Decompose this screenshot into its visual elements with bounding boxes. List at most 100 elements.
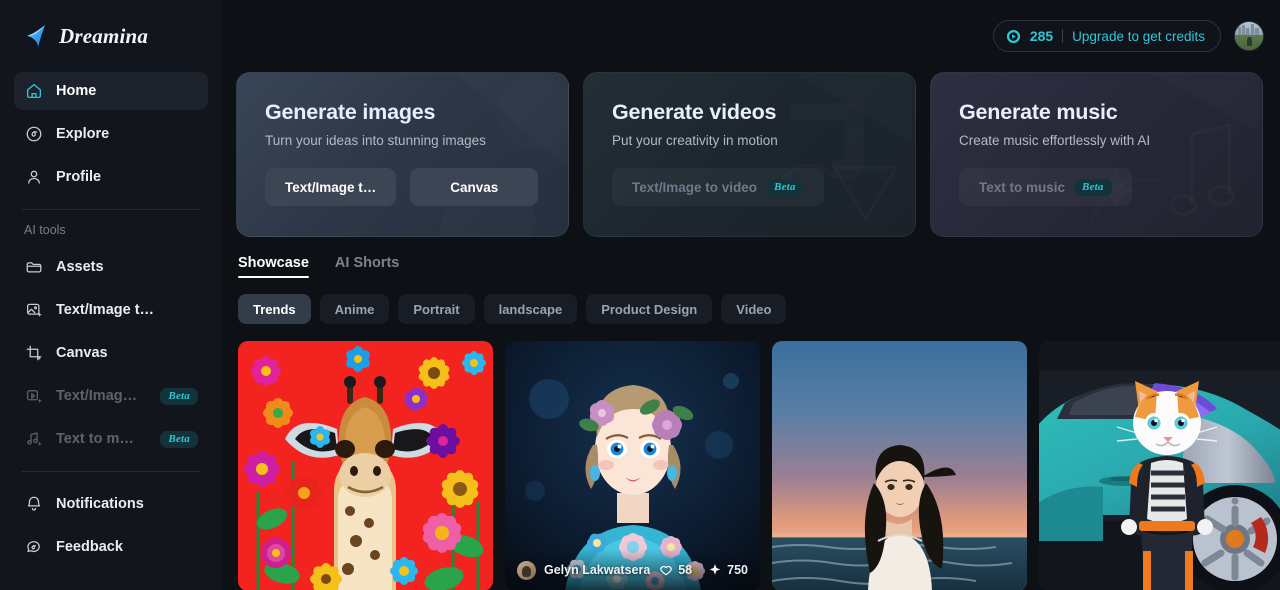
image-sparkle-icon xyxy=(24,301,43,320)
artwork-giraffe-flowers xyxy=(238,341,493,590)
artwork-beach-sunset-woman xyxy=(772,341,1027,590)
hero-button-canvas[interactable]: Canvas xyxy=(410,168,539,206)
chip-label: Trends xyxy=(253,301,296,317)
sidebar-item-label: Assets xyxy=(56,259,104,275)
chip-label: Anime xyxy=(334,301,375,317)
chip-anime[interactable]: Anime xyxy=(319,294,390,324)
sidebar-item-notifications[interactable]: Notifications xyxy=(14,485,208,523)
hero-button-label: Text/Image to video xyxy=(632,179,758,195)
sidebar-item-home[interactable]: Home xyxy=(14,72,208,110)
chip-portrait[interactable]: Portrait xyxy=(398,294,475,324)
chip-product-design[interactable]: Product Design xyxy=(586,294,713,324)
beta-badge: Beta xyxy=(766,178,804,196)
credits-separator xyxy=(1062,29,1064,43)
chip-label: Video xyxy=(736,301,772,317)
hero-buttons: Text/Image to video Beta xyxy=(612,168,887,206)
tab-ai-shorts[interactable]: AI Shorts xyxy=(335,255,399,278)
hero-subtitle: Turn your ideas into stunning images xyxy=(265,133,486,148)
topbar: 285 Upgrade to get credits xyxy=(222,0,1280,72)
chip-video[interactable]: Video xyxy=(721,294,787,324)
sidebar-item-text-image-to-video[interactable]: Text/Image t… Beta xyxy=(14,377,208,415)
sidebar-item-canvas[interactable]: Canvas xyxy=(14,334,208,372)
sidebar-divider-top xyxy=(22,209,200,210)
beta-badge: Beta xyxy=(160,430,198,448)
sidebar-item-feedback[interactable]: Feedback xyxy=(14,528,208,566)
hero-art-videos xyxy=(584,73,915,237)
sidebar: Dreamina Home Explore Profile AI tools A… xyxy=(0,0,222,590)
chip-label: Product Design xyxy=(601,301,698,317)
sidebar-item-label: Notifications xyxy=(56,496,144,512)
home-icon xyxy=(24,82,43,101)
sidebar-item-assets[interactable]: Assets xyxy=(14,248,208,286)
hero-cards: Generate images Turn your ideas into stu… xyxy=(222,72,1280,237)
gallery-card[interactable] xyxy=(1039,341,1280,590)
hero-card-generate-music[interactable]: Generate music Create music effortlessly… xyxy=(930,72,1263,237)
sidebar-item-label: Text/Image t… xyxy=(56,388,141,404)
hero-title: Generate videos xyxy=(612,100,777,124)
chip-label: Portrait xyxy=(413,301,460,317)
sidebar-item-label: Text/Image t… xyxy=(56,302,155,318)
chip-label: landscape xyxy=(498,301,563,317)
hero-subtitle: Create music effortlessly with AI xyxy=(959,133,1151,148)
credit-amount: 285 xyxy=(1029,28,1054,44)
sidebar-item-profile[interactable]: Profile xyxy=(14,158,208,196)
video-sparkle-icon xyxy=(24,387,43,406)
hero-buttons: Text/Image t… Canvas xyxy=(265,168,540,206)
star-sparkle-icon xyxy=(27,25,45,47)
tab-showcase[interactable]: Showcase xyxy=(238,255,309,278)
chat-bubble-icon xyxy=(24,538,43,557)
card-overlay: Gelyn Lakwatsera 58 750 xyxy=(505,549,760,590)
showcase-gallery: Gelyn Lakwatsera 58 750 xyxy=(222,324,1280,590)
author-avatar[interactable] xyxy=(517,560,536,580)
heart-icon xyxy=(660,565,673,576)
credits-pill[interactable]: 285 Upgrade to get credits xyxy=(992,20,1221,52)
gallery-card[interactable] xyxy=(772,341,1027,590)
beta-badge: Beta xyxy=(160,387,198,405)
credit-coin-icon xyxy=(1006,29,1020,43)
sparkle-count: 750 xyxy=(727,563,748,577)
category-filters: Trends Anime Portrait landscape Product … xyxy=(222,278,1280,324)
avatar[interactable] xyxy=(1234,21,1264,51)
sidebar-section-label: AI tools xyxy=(24,223,66,237)
author-name: Gelyn Lakwatsera xyxy=(544,563,651,577)
beta-badge: Beta xyxy=(1074,178,1112,196)
hero-button-text-image-to-image[interactable]: Text/Image t… xyxy=(265,168,397,206)
hero-title: Generate images xyxy=(265,100,436,124)
hero-button-text-image-to-video[interactable]: Text/Image to video Beta xyxy=(612,168,824,206)
upgrade-link[interactable]: Upgrade to get credits xyxy=(1072,29,1205,44)
hero-card-generate-images[interactable]: Generate images Turn your ideas into stu… xyxy=(236,72,569,237)
sidebar-item-text-to-music[interactable]: Text to music Beta xyxy=(14,420,208,458)
artwork-cat-sports-car xyxy=(1039,341,1280,590)
tab-label: AI Shorts xyxy=(334,255,400,271)
sidebar-item-label: Feedback xyxy=(56,539,123,555)
canvas-frame-icon xyxy=(24,344,43,363)
hero-title: Generate music xyxy=(959,100,1118,124)
user-icon xyxy=(24,168,43,187)
sidebar-item-label: Home xyxy=(56,83,97,99)
content-tabs: Showcase AI Shorts xyxy=(222,237,1280,278)
main-content: 285 Upgrade to get credits Generate imag… xyxy=(222,0,1280,590)
sidebar-item-explore[interactable]: Explore xyxy=(14,115,208,153)
sidebar-divider-bottom xyxy=(22,471,200,472)
sidebar-item-label: Explore xyxy=(56,126,110,142)
gallery-card[interactable]: Gelyn Lakwatsera 58 750 xyxy=(505,341,760,590)
hero-button-label: Text to music xyxy=(979,179,1066,195)
hero-art-music xyxy=(931,73,1262,237)
like-stat[interactable]: 58 xyxy=(659,563,692,577)
sidebar-item-label: Profile xyxy=(56,169,102,185)
sidebar-item-text-image-to-image[interactable]: Text/Image t… xyxy=(14,291,208,329)
brand[interactable]: Dreamina xyxy=(14,0,208,72)
hero-card-generate-videos[interactable]: Generate videos Put your creativity in m… xyxy=(583,72,916,237)
chip-trends[interactable]: Trends xyxy=(238,294,311,324)
gallery-card[interactable] xyxy=(238,341,493,590)
hero-button-label: Canvas xyxy=(450,179,499,195)
chip-landscape[interactable]: landscape xyxy=(483,294,578,324)
like-count: 58 xyxy=(678,563,693,577)
hero-button-text-to-music[interactable]: Text to music Beta xyxy=(959,168,1132,206)
hero-subtitle: Put your creativity in motion xyxy=(612,133,778,148)
compass-icon xyxy=(24,125,43,144)
sparkle-stat[interactable]: 750 xyxy=(708,563,748,577)
folder-icon xyxy=(24,258,43,277)
sidebar-item-label: Text to music xyxy=(56,431,142,447)
sidebar-item-label: Canvas xyxy=(56,345,108,361)
